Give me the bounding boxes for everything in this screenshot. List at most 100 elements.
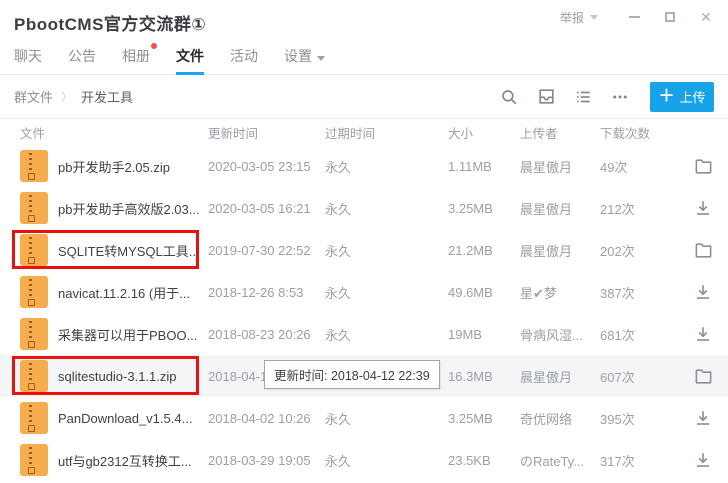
minimize-button[interactable] bbox=[620, 6, 648, 28]
file-name[interactable]: PanDownload_v1.5.4... bbox=[58, 411, 192, 426]
update-time: 2018-12-26 8:53 bbox=[208, 285, 325, 300]
table-header: 文件 更新时间 过期时间 大小 上传者 下载次数 bbox=[0, 119, 728, 145]
col-header-expiry[interactable]: 过期时间 bbox=[325, 123, 448, 142]
file-cell[interactable]: SQLITE转MYSQL工具... bbox=[20, 234, 208, 266]
list-view-icon[interactable] bbox=[572, 86, 594, 108]
download-icon[interactable] bbox=[692, 407, 714, 429]
inbox-icon[interactable] bbox=[535, 86, 557, 108]
download-icon[interactable] bbox=[692, 323, 714, 345]
file-name[interactable]: navicat.11.2.16 (用于... bbox=[58, 283, 190, 302]
file-size: 3.25MB bbox=[448, 411, 520, 426]
uploader: 骨病风湿... bbox=[520, 325, 600, 344]
tab-label: 相册 bbox=[122, 48, 150, 64]
table-row[interactable]: 采集器可以用于PBOO... 2018-08-23 20:26 永久 19MB … bbox=[0, 313, 728, 355]
file-name[interactable]: utf与gb2312互转换工... bbox=[58, 451, 192, 470]
uploader: のRateTy... bbox=[520, 451, 600, 470]
col-header-downloads[interactable]: 下载次数 bbox=[600, 123, 678, 142]
file-size: 23.5KB bbox=[448, 453, 520, 468]
file-cell[interactable]: pb开发助手高效版2.03... bbox=[20, 192, 208, 224]
folder-icon[interactable] bbox=[692, 155, 714, 177]
folder-icon[interactable] bbox=[692, 365, 714, 387]
maximize-button[interactable] bbox=[656, 6, 684, 28]
active-tab-underline bbox=[176, 72, 204, 75]
expiry: 永久 bbox=[325, 199, 448, 218]
zip-file-icon bbox=[20, 318, 48, 350]
col-header-file[interactable]: 文件 bbox=[20, 123, 208, 142]
table-row[interactable]: pb开发助手高效版2.03... 2020-03-05 16:21 永久 3.2… bbox=[0, 187, 728, 229]
tab-album[interactable]: 相册 bbox=[122, 44, 150, 75]
file-name[interactable]: sqlitestudio-3.1.1.zip bbox=[58, 369, 177, 384]
report-label: 举报 bbox=[560, 9, 584, 26]
file-cell[interactable]: 采集器可以用于PBOO... bbox=[20, 318, 208, 350]
col-header-uploader[interactable]: 上传者 bbox=[520, 123, 600, 142]
file-name[interactable]: pb开发助手高效版2.03... bbox=[58, 199, 200, 218]
download-icon[interactable] bbox=[692, 197, 714, 219]
table-row[interactable]: utf与gb2312互转换工... 2018-03-29 19:05 永久 23… bbox=[0, 439, 728, 481]
file-list: 更新时间: 2018-04-12 22:39 pb开发助手2.05.zip 20… bbox=[0, 145, 728, 481]
file-size: 16.3MB bbox=[448, 369, 520, 384]
table-row[interactable]: PanDownload_v1.5.4... 2018-04-02 10:26 永… bbox=[0, 397, 728, 439]
chevron-down-icon bbox=[590, 15, 598, 20]
expiry: 永久 bbox=[325, 241, 448, 260]
breadcrumb-separator: 〉 bbox=[61, 88, 73, 105]
zip-file-icon bbox=[20, 360, 48, 392]
uploader: 晨星傲月 bbox=[520, 241, 600, 260]
file-name[interactable]: pb开发助手2.05.zip bbox=[58, 157, 170, 176]
row-actions bbox=[678, 449, 728, 471]
folder-icon[interactable] bbox=[692, 239, 714, 261]
minimize-icon bbox=[629, 16, 640, 18]
maximize-icon bbox=[665, 12, 675, 22]
file-size: 3.25MB bbox=[448, 201, 520, 216]
report-dropdown[interactable]: 举报 bbox=[560, 9, 598, 26]
file-name[interactable]: 采集器可以用于PBOO... bbox=[58, 325, 197, 344]
row-actions bbox=[678, 323, 728, 345]
zip-file-icon bbox=[20, 234, 48, 266]
file-cell[interactable]: utf与gb2312互转换工... bbox=[20, 444, 208, 476]
chevron-down-icon bbox=[317, 56, 325, 61]
upload-button[interactable]: ＋ 上传 bbox=[650, 82, 714, 112]
breadcrumb-current: 开发工具 bbox=[81, 87, 133, 106]
table-row[interactable]: pb开发助手2.05.zip 2020-03-05 23:15 永久 1.11M… bbox=[0, 145, 728, 187]
close-button[interactable]: ✕ bbox=[692, 6, 720, 28]
row-actions bbox=[678, 155, 728, 177]
file-size: 21.2MB bbox=[448, 243, 520, 258]
uploader: 奇优网络 bbox=[520, 409, 600, 428]
tab-activity[interactable]: 活动 bbox=[230, 44, 258, 75]
file-name[interactable]: SQLITE转MYSQL工具... bbox=[58, 241, 200, 260]
table-row[interactable]: SQLITE转MYSQL工具... 2019-07-30 22:52 永久 21… bbox=[0, 229, 728, 271]
download-icon[interactable] bbox=[692, 281, 714, 303]
search-icon[interactable] bbox=[498, 86, 520, 108]
file-cell[interactable]: navicat.11.2.16 (用于... bbox=[20, 276, 208, 308]
uploader: 晨星傲月 bbox=[520, 367, 600, 386]
file-cell[interactable]: pb开发助手2.05.zip bbox=[20, 150, 208, 182]
tab-announcement[interactable]: 公告 bbox=[68, 44, 96, 75]
uploader: 晨星傲月 bbox=[520, 199, 600, 218]
download-count: 317次 bbox=[600, 451, 678, 470]
breadcrumb-root[interactable]: 群文件 bbox=[14, 87, 53, 106]
file-cell[interactable]: PanDownload_v1.5.4... bbox=[20, 402, 208, 434]
download-count: 202次 bbox=[600, 241, 678, 260]
file-cell[interactable]: sqlitestudio-3.1.1.zip bbox=[20, 360, 208, 392]
row-actions bbox=[678, 281, 728, 303]
tab-files[interactable]: 文件 bbox=[176, 44, 204, 75]
tab-label: 文件 bbox=[176, 48, 204, 64]
download-icon[interactable] bbox=[692, 449, 714, 471]
row-actions bbox=[678, 407, 728, 429]
update-time: 2018-03-29 19:05 bbox=[208, 453, 325, 468]
col-header-size[interactable]: 大小 bbox=[448, 123, 520, 142]
breadcrumb: 群文件 〉 开发工具 bbox=[14, 87, 133, 106]
tab-label: 公告 bbox=[68, 48, 96, 64]
download-count: 681次 bbox=[600, 325, 678, 344]
tab-label: 设置 bbox=[284, 48, 312, 64]
more-icon[interactable] bbox=[609, 86, 631, 108]
tab-settings[interactable]: 设置 bbox=[284, 44, 325, 75]
file-size: 19MB bbox=[448, 327, 520, 342]
update-time: 2020-03-05 16:21 bbox=[208, 201, 325, 216]
row-actions bbox=[678, 365, 728, 387]
expiry: 永久 bbox=[325, 451, 448, 470]
table-row[interactable]: navicat.11.2.16 (用于... 2018-12-26 8:53 永… bbox=[0, 271, 728, 313]
row-actions bbox=[678, 197, 728, 219]
tab-chat[interactable]: 聊天 bbox=[14, 44, 42, 75]
col-header-updated[interactable]: 更新时间 bbox=[208, 123, 325, 142]
tab-label: 聊天 bbox=[14, 48, 42, 64]
